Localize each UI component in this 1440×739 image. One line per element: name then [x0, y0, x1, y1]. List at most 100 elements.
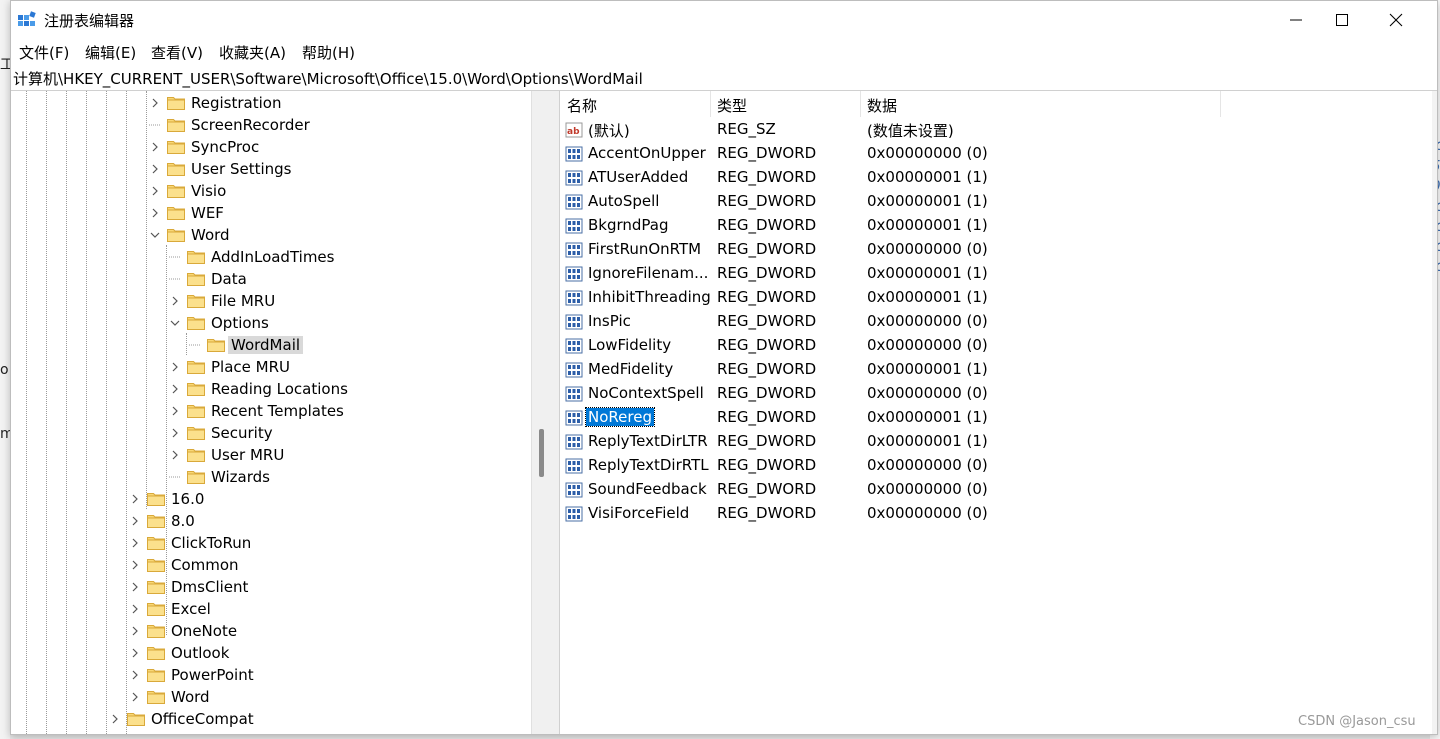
chevron-right-icon[interactable]: [129, 581, 141, 593]
tree-node[interactable]: Place MRU: [169, 356, 290, 378]
folder-icon: [187, 295, 205, 308]
key-tree[interactable]: Registration ScreenRecorder SyncProc User S…: [11, 91, 553, 734]
tree-node[interactable]: Reading Locations: [169, 378, 348, 400]
tree-node[interactable]: OneNote: [129, 620, 237, 642]
column-header-data[interactable]: 数据: [867, 95, 897, 116]
tree-node[interactable]: DmsClient: [129, 576, 248, 598]
tree-node[interactable]: Visio: [149, 180, 226, 202]
tree-node[interactable]: Security: [169, 422, 273, 444]
chevron-right-icon[interactable]: [149, 141, 161, 153]
tree-node[interactable]: User Settings: [149, 158, 291, 180]
value-row[interactable]: ReplyTextDirRTL REG_DWORD 0x00000000 (0): [560, 454, 1433, 478]
chevron-right-icon[interactable]: [149, 207, 161, 219]
chevron-right-icon[interactable]: [169, 427, 181, 439]
title-bar[interactable]: 注册表编辑器: [11, 1, 1437, 39]
value-row[interactable]: IgnoreFilenam... REG_DWORD 0x00000001 (1): [560, 262, 1433, 286]
tree-node[interactable]: 16.0: [129, 488, 204, 510]
chevron-right-icon[interactable]: [129, 515, 141, 527]
chevron-right-icon[interactable]: [169, 383, 181, 395]
chevron-right-icon[interactable]: [129, 603, 141, 615]
tree-scrollbar[interactable]: [531, 91, 554, 734]
value-row[interactable]: AccentOnUpper REG_DWORD 0x00000000 (0): [560, 142, 1433, 166]
chevron-right-icon[interactable]: [169, 361, 181, 373]
tree-node[interactable]: User MRU: [169, 444, 284, 466]
value-list[interactable]: 名称 类型 数据 ab (默认) REG_SZ (数值未设置) AccentOnUppe…: [559, 91, 1433, 734]
tree-node-label: SyncProc: [191, 138, 260, 156]
chevron-right-icon[interactable]: [149, 97, 161, 109]
tree-guide-line: [66, 91, 67, 734]
tree-node[interactable]: WEF: [149, 202, 224, 224]
value-row[interactable]: LowFidelity REG_DWORD 0x00000000 (0): [560, 334, 1433, 358]
value-row[interactable]: NoRereg REG_DWORD 0x00000001 (1): [560, 406, 1433, 430]
value-row[interactable]: InsPic REG_DWORD 0x00000000 (0): [560, 310, 1433, 334]
chevron-right-icon[interactable]: [169, 449, 181, 461]
column-header-type[interactable]: 类型: [717, 95, 747, 116]
chevron-right-icon[interactable]: [109, 713, 121, 725]
menu-favorites[interactable]: 收藏夹(A): [216, 42, 289, 63]
address-path[interactable]: 计算机\HKEY_CURRENT_USER\Software\Microsoft…: [13, 68, 643, 89]
chevron-right-icon[interactable]: [169, 295, 181, 307]
column-divider[interactable]: [860, 91, 861, 117]
chevron-right-icon[interactable]: [149, 163, 161, 175]
chevron-right-icon[interactable]: [129, 493, 141, 505]
tree-node[interactable]: ScreenRecorder: [149, 114, 310, 136]
menu-help[interactable]: 帮助(H): [299, 42, 358, 63]
chevron-right-icon[interactable]: [129, 559, 141, 571]
tree-node-label: Reading Locations: [211, 380, 348, 398]
menu-view[interactable]: 查看(V): [148, 42, 206, 63]
menu-edit[interactable]: 编辑(E): [82, 42, 139, 63]
value-row[interactable]: ATUserAdded REG_DWORD 0x00000001 (1): [560, 166, 1433, 190]
chevron-right-icon[interactable]: [129, 691, 141, 703]
tree-node[interactable]: Outlook: [129, 642, 229, 664]
tree-node[interactable]: AddInLoadTimes: [169, 246, 334, 268]
tree-node[interactable]: PowerPoint: [129, 664, 254, 686]
tree-node-label: 16.0: [171, 490, 205, 508]
close-button[interactable]: [1373, 1, 1419, 39]
tree-node[interactable]: 8.0: [129, 510, 195, 532]
chevron-right-icon[interactable]: [169, 405, 181, 417]
column-divider[interactable]: [1220, 91, 1221, 117]
value-row[interactable]: SoundFeedback REG_DWORD 0x00000000 (0): [560, 478, 1433, 502]
tree-node[interactable]: Registration: [149, 92, 281, 114]
value-row[interactable]: InhibitThreading REG_DWORD 0x00000001 (1): [560, 286, 1433, 310]
tree-scrollbar-thumb[interactable]: [539, 429, 544, 477]
maximize-button[interactable]: [1319, 1, 1365, 39]
tree-node[interactable]: Word: [149, 224, 230, 246]
tree-node[interactable]: SyncProc: [149, 136, 259, 158]
chevron-right-icon[interactable]: [129, 647, 141, 659]
menu-file[interactable]: 文件(F): [16, 42, 72, 63]
value-row[interactable]: ReplyTextDirLTR REG_DWORD 0x00000001 (1): [560, 430, 1433, 454]
menu-bar: 文件(F) 编辑(E) 查看(V) 收藏夹(A) 帮助(H): [11, 39, 1437, 65]
value-row[interactable]: BkgrndPag REG_DWORD 0x00000001 (1): [560, 214, 1433, 238]
tree-node[interactable]: Data: [169, 268, 247, 290]
chevron-down-icon[interactable]: [169, 317, 181, 329]
minimize-button[interactable]: [1273, 1, 1319, 39]
value-row[interactable]: NoContextSpell REG_DWORD 0x00000000 (0): [560, 382, 1433, 406]
tree-node[interactable]: OfficeCompat: [109, 708, 254, 730]
chevron-right-icon[interactable]: [129, 625, 141, 637]
chevron-down-icon[interactable]: [149, 229, 161, 241]
tree-node[interactable]: Common: [129, 554, 239, 576]
tree-node[interactable]: Excel: [129, 598, 211, 620]
tree-node[interactable]: Recent Templates: [169, 400, 344, 422]
chevron-right-icon[interactable]: [129, 537, 141, 549]
value-row[interactable]: FirstRunOnRTM REG_DWORD 0x00000000 (0): [560, 238, 1433, 262]
address-bar[interactable]: 计算机\HKEY_CURRENT_USER\Software\Microsoft…: [11, 65, 1437, 91]
value-row[interactable]: MedFidelity REG_DWORD 0x00000001 (1): [560, 358, 1433, 382]
registry-editor-icon: [18, 11, 36, 26]
value-row[interactable]: AutoSpell REG_DWORD 0x00000001 (1): [560, 190, 1433, 214]
tree-node[interactable]: Word: [129, 686, 210, 708]
value-row[interactable]: VisiForceField REG_DWORD 0x00000000 (0): [560, 502, 1433, 526]
tree-node[interactable]: WordMail: [189, 334, 304, 356]
value-row[interactable]: ab (默认) REG_SZ (数值未设置): [560, 118, 1433, 142]
chevron-right-icon[interactable]: [129, 669, 141, 681]
chevron-right-icon[interactable]: [149, 185, 161, 197]
tree-node[interactable]: Options: [169, 312, 269, 334]
column-header-name[interactable]: 名称: [567, 95, 597, 116]
tree-node[interactable]: File MRU: [169, 290, 275, 312]
folder-icon: [147, 603, 165, 616]
value-data: 0x00000001 (1): [867, 288, 988, 306]
tree-node[interactable]: ClickToRun: [129, 532, 251, 554]
tree-node[interactable]: Wizards: [169, 466, 270, 488]
column-divider[interactable]: [710, 91, 711, 117]
